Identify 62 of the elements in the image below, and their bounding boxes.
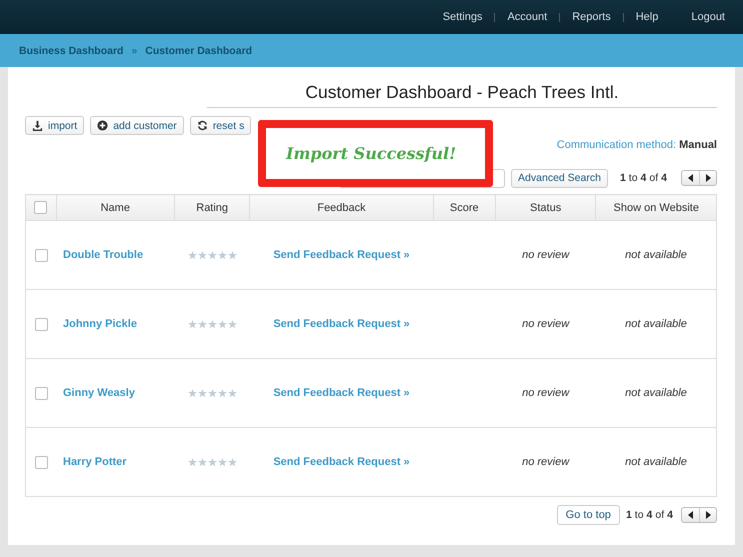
- page-count: 1 to 4 of 4: [626, 509, 673, 521]
- refresh-icon: [196, 120, 208, 131]
- star-icon: [188, 250, 197, 260]
- nav-link[interactable]: Account: [507, 11, 548, 23]
- page-count: 1 to 4 of 4: [620, 172, 667, 184]
- column-header[interactable]: Status: [495, 194, 596, 220]
- status-text: no review: [522, 456, 570, 468]
- right-triangle-icon: [705, 174, 711, 182]
- nav-link[interactable]: Settings: [442, 11, 482, 23]
- star-icon: [208, 458, 217, 466]
- nav-link[interactable]: Logout: [691, 11, 725, 23]
- star-icon: [208, 320, 217, 328]
- nav-link[interactable]: Reports: [572, 11, 611, 23]
- status-text: no review: [522, 318, 570, 330]
- website-status-text: not available: [625, 318, 687, 330]
- left-triangle-icon: [688, 174, 694, 182]
- add-icon: [97, 120, 108, 131]
- column-header[interactable]: Score: [433, 194, 496, 220]
- star-icon: [208, 250, 217, 260]
- star-icon: [218, 320, 227, 328]
- row-checkbox[interactable]: [34, 456, 48, 468]
- star-icon: [208, 388, 217, 398]
- star-icon: [198, 320, 207, 328]
- star-icon: [198, 388, 207, 398]
- toolbar-button[interactable]: import: [25, 116, 84, 135]
- row-checkbox[interactable]: [34, 318, 48, 330]
- status-text: no review: [522, 387, 570, 399]
- star-icon: [218, 388, 227, 398]
- star-icon: [228, 388, 237, 398]
- star-icon: [198, 458, 207, 466]
- star-icon: [198, 250, 207, 260]
- website-status-text: not available: [625, 249, 687, 261]
- page-title: Customer Dashboard - Peach Trees Intl.: [207, 67, 717, 108]
- toolbar-button[interactable]: reset s: [190, 116, 252, 135]
- select-all-checkbox[interactable]: [34, 201, 48, 214]
- notification-text: Import Successful!: [286, 144, 456, 163]
- row-checkbox[interactable]: [34, 248, 48, 262]
- column-header[interactable]: Name: [56, 194, 175, 220]
- website-status-text: not available: [625, 387, 687, 399]
- left-triangle-icon: [688, 511, 694, 519]
- status-text: no review: [522, 249, 570, 261]
- star-icon: [228, 458, 237, 466]
- go-to-top-button[interactable]: Go to top: [556, 505, 620, 525]
- star-icon: [228, 320, 237, 328]
- right-triangle-icon: [705, 511, 711, 519]
- advanced-search-button[interactable]: Advanced Search: [511, 168, 608, 188]
- column-header[interactable]: Rating: [174, 194, 250, 220]
- breadcrumb-separator: »: [131, 44, 138, 56]
- row-checkbox[interactable]: [34, 386, 48, 400]
- website-status-text: not available: [625, 456, 687, 468]
- star-icon: [218, 250, 227, 260]
- communication-method: Communication method: Manual: [556, 139, 717, 151]
- star-icon: [188, 320, 197, 328]
- download-icon: [32, 120, 43, 131]
- toolbar-button[interactable]: add customer: [90, 116, 184, 135]
- star-icon: [188, 458, 197, 466]
- star-icon: [228, 250, 237, 260]
- column-header[interactable]: Feedback: [250, 194, 434, 220]
- star-icon: [188, 388, 197, 398]
- column-header[interactable]: Show on Website: [596, 194, 716, 220]
- star-icon: [218, 458, 227, 466]
- nav-link[interactable]: Help: [636, 11, 658, 23]
